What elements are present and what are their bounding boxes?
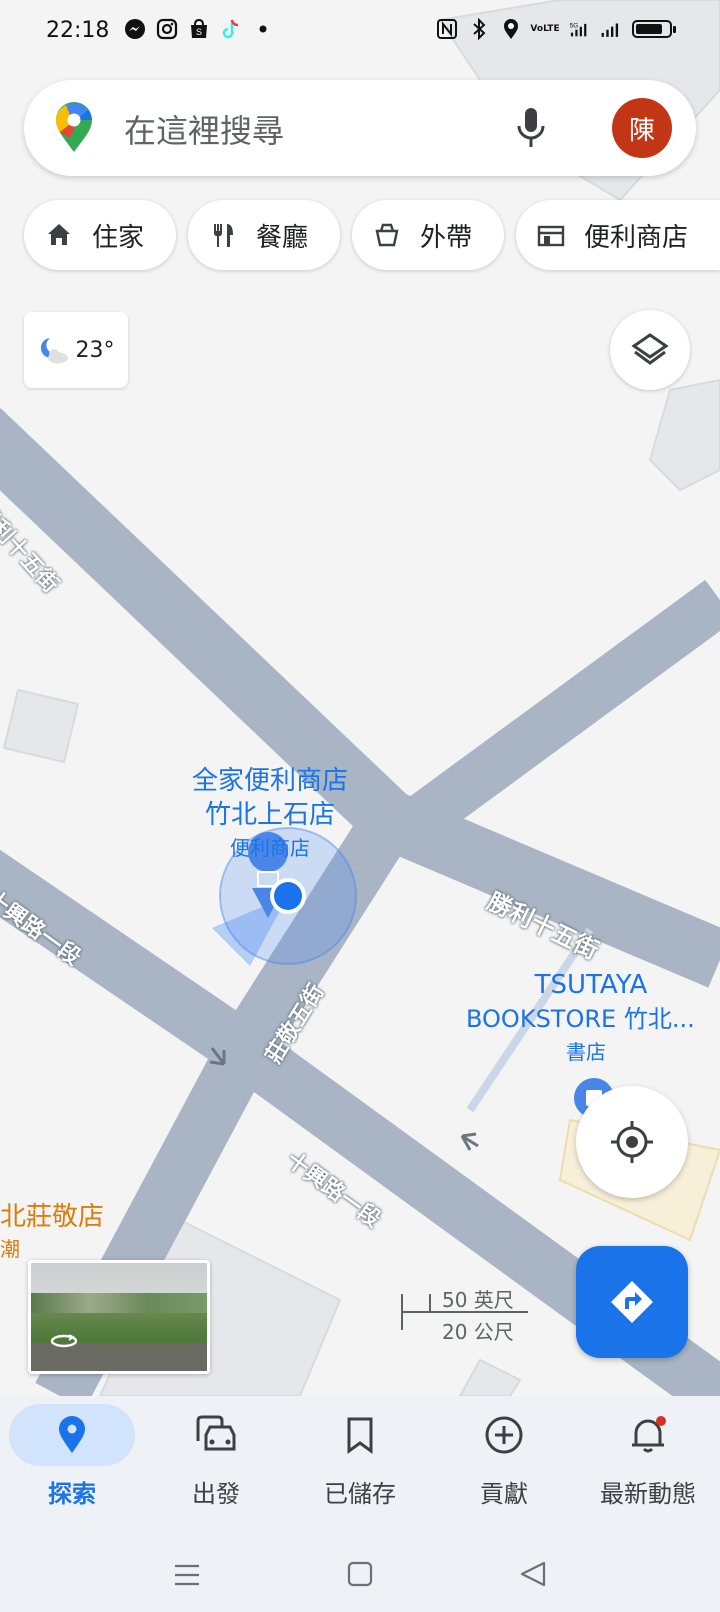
shopee-icon: S bbox=[188, 18, 210, 40]
search-bar[interactable]: 在這裡搜尋 陳 bbox=[24, 80, 696, 176]
menu-icon[interactable] bbox=[172, 1562, 202, 1588]
poi-tsutaya-name-1: TSUTAYA bbox=[534, 970, 648, 1000]
battery-icon bbox=[632, 20, 676, 38]
explore-pin-icon bbox=[59, 1416, 85, 1453]
avatar[interactable]: 陳 bbox=[612, 98, 672, 158]
poi-tsutaya-name-2: BOOKSTORE 竹北... bbox=[466, 1005, 695, 1033]
search-input[interactable]: 在這裡搜尋 bbox=[124, 106, 284, 152]
nav-updates-pill bbox=[585, 1404, 711, 1466]
my-location-button[interactable] bbox=[576, 1086, 688, 1198]
poi-tsutaya-category: 書店 bbox=[566, 1040, 606, 1064]
store-icon bbox=[536, 220, 566, 250]
nav-go[interactable]: 出發 bbox=[144, 1396, 288, 1532]
nav-go-label: 出發 bbox=[192, 1480, 240, 1508]
bookmark-icon bbox=[347, 1417, 373, 1454]
chip-convenience-store-label: 便利商店 bbox=[584, 222, 689, 253]
home-square-icon[interactable] bbox=[346, 1560, 374, 1588]
nav-contribute-label: 貢獻 bbox=[480, 1480, 528, 1508]
home-icon bbox=[44, 220, 74, 250]
chip-home[interactable]: 住家 bbox=[24, 200, 176, 270]
nfc-icon bbox=[436, 18, 458, 40]
restaurant-icon bbox=[208, 220, 238, 250]
nav-updates-label: 最新動態 bbox=[600, 1480, 696, 1508]
microphone-icon[interactable] bbox=[514, 106, 548, 150]
map-scale: 50 英尺 20 公尺 bbox=[400, 1284, 530, 1344]
signal-icon bbox=[600, 18, 622, 40]
messenger-icon bbox=[124, 18, 146, 40]
tiktok-icon bbox=[220, 18, 242, 40]
svg-text:S: S bbox=[196, 27, 202, 37]
street-view-thumbnail[interactable] bbox=[28, 1260, 210, 1374]
weather-widget[interactable]: 23° bbox=[24, 312, 128, 388]
poi-familymart[interactable]: 全家便利商店 竹北上石店 便利商店 bbox=[170, 764, 370, 861]
poi-left-name: 北莊敬店 bbox=[0, 1202, 105, 1232]
chip-restaurant-label: 餐廳 bbox=[256, 222, 309, 253]
chip-takeout-label: 外帶 bbox=[420, 222, 473, 253]
poi-left-sub: 潮 bbox=[0, 1237, 20, 1261]
bell-icon bbox=[632, 1416, 666, 1453]
volte-icon: VoLTE bbox=[530, 24, 560, 34]
bottom-navigation: 探索 出發 已儲存 貢獻 最新動態 bbox=[0, 1396, 720, 1532]
nav-saved-label: 已儲存 bbox=[324, 1480, 396, 1508]
poi-tsutaya[interactable]: TSUTAYA BOOKSTORE 竹北... 書店 bbox=[466, 968, 716, 1065]
status-notification-icons: S bbox=[124, 18, 274, 40]
poi-familymart-name-1: 全家便利商店 bbox=[191, 766, 348, 796]
directions-icon bbox=[611, 1281, 653, 1323]
chip-convenience-store[interactable]: 便利商店 bbox=[516, 200, 720, 270]
status-time: 22:18 bbox=[46, 18, 110, 43]
chip-restaurant[interactable]: 餐廳 bbox=[188, 200, 340, 270]
nav-explore-label: 探索 bbox=[48, 1480, 96, 1508]
takeout-icon bbox=[372, 220, 402, 250]
scale-imperial: 50 英尺 bbox=[442, 1288, 514, 1312]
nav-saved-pill bbox=[297, 1404, 423, 1466]
crosshair-icon bbox=[611, 1121, 653, 1163]
nav-explore[interactable]: 探索 bbox=[0, 1396, 144, 1532]
layers-icon bbox=[631, 333, 669, 365]
nav-contribute[interactable]: 貢獻 bbox=[432, 1396, 576, 1532]
add-circle-icon bbox=[485, 1416, 523, 1454]
chip-home-label: 住家 bbox=[92, 222, 145, 253]
nav-updates[interactable]: 最新動態 bbox=[576, 1396, 720, 1532]
back-icon[interactable] bbox=[518, 1560, 548, 1588]
instagram-icon bbox=[156, 18, 178, 40]
360-rotate-icon bbox=[50, 1334, 78, 1348]
system-navigation-bar bbox=[0, 1532, 720, 1612]
dot-icon bbox=[252, 18, 274, 40]
partly-cloudy-night-icon bbox=[40, 338, 68, 364]
layers-button[interactable] bbox=[610, 310, 690, 390]
poi-familymart-name-2: 竹北上石店 bbox=[204, 800, 335, 830]
nav-saved[interactable]: 已儲存 bbox=[288, 1396, 432, 1532]
poi-familymart-category: 便利商店 bbox=[230, 836, 310, 860]
5g-signal-icon: 5G bbox=[568, 18, 590, 40]
nav-contribute-pill bbox=[441, 1404, 567, 1466]
directions-button[interactable] bbox=[576, 1246, 688, 1358]
scale-metric: 20 公尺 bbox=[442, 1320, 514, 1344]
status-bar: 22:18 S VoLTE 5G bbox=[0, 0, 720, 66]
commute-icon bbox=[196, 1415, 236, 1451]
poi-left-partial[interactable]: 北莊敬店 潮 bbox=[0, 1196, 104, 1262]
weather-temperature: 23° bbox=[75, 337, 115, 363]
chip-takeout[interactable]: 外帶 bbox=[352, 200, 504, 270]
svg-text:5G: 5G bbox=[569, 23, 578, 30]
nav-explore-pill bbox=[9, 1404, 135, 1466]
bluetooth-icon bbox=[468, 18, 490, 40]
status-system-icons: VoLTE 5G bbox=[436, 18, 676, 40]
location-icon bbox=[500, 18, 522, 40]
google-maps-logo-icon bbox=[56, 102, 92, 152]
nav-go-pill bbox=[153, 1404, 279, 1466]
